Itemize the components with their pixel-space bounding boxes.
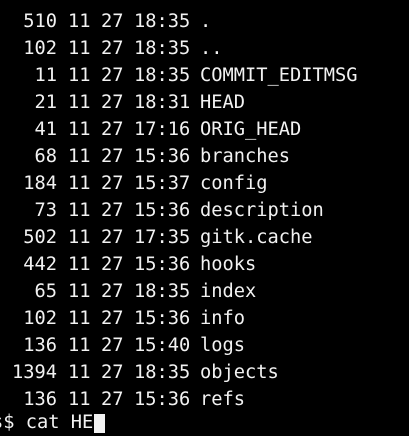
file-time: 15:36 (134, 308, 191, 329)
file-time: 18:31 (134, 92, 191, 113)
file-day: 27 (101, 173, 124, 194)
directory-row: 502 11 27 17:35 gitk.cache (0, 224, 313, 251)
file-time: 15:36 (134, 146, 191, 167)
file-time: 17:16 (134, 119, 191, 140)
file-time: 18:35 (134, 65, 191, 86)
file-month: 11 (68, 173, 91, 194)
file-month: 11 (68, 200, 91, 221)
file-name: hooks (200, 254, 257, 275)
file-day: 27 (101, 65, 124, 86)
file-size: 184 (23, 173, 57, 194)
directory-row: 510 11 27 18:35 . (0, 8, 211, 35)
terminal-window[interactable]: 510 11 27 18:35 . 102 11 27 18:35 .. 11 … (0, 0, 409, 433)
file-name: objects (200, 362, 279, 383)
file-name: HEAD (200, 92, 246, 113)
file-month: 11 (68, 146, 91, 167)
text-cursor (94, 414, 106, 433)
directory-row: 136 11 27 15:40 logs (0, 332, 245, 359)
file-size: 442 (23, 254, 57, 275)
file-size: 65 (34, 281, 57, 302)
directory-row: 11 11 27 18:35 COMMIT_EDITMSG (0, 62, 358, 89)
file-size: 102 (23, 38, 57, 59)
file-month: 11 (68, 335, 91, 356)
directory-row: 184 11 27 15:37 config (0, 170, 268, 197)
directory-row: 21 11 27 18:31 HEAD (0, 89, 245, 116)
file-month: 11 (68, 65, 91, 86)
file-name: logs (200, 335, 246, 356)
directory-row: 41 11 27 17:16 ORIG_HEAD (0, 116, 301, 143)
directory-row: 1394 11 27 18:35 objects (0, 359, 279, 386)
file-day: 27 (101, 146, 124, 167)
file-size: 41 (34, 119, 57, 140)
file-day: 27 (101, 119, 124, 140)
file-time: 15:36 (134, 389, 191, 410)
file-name: . (200, 11, 212, 32)
file-name: description (200, 200, 324, 221)
file-month: 11 (68, 119, 91, 140)
file-day: 27 (101, 227, 124, 248)
file-day: 27 (101, 281, 124, 302)
file-time: 15:36 (134, 200, 191, 221)
file-month: 11 (68, 362, 91, 383)
file-time: 18:35 (134, 11, 191, 32)
file-name: index (200, 281, 257, 302)
file-size: 1394 (11, 362, 57, 383)
file-day: 27 (101, 11, 124, 32)
file-day: 27 (101, 254, 124, 275)
file-month: 11 (68, 254, 91, 275)
file-name: branches (200, 146, 291, 167)
file-month: 11 (68, 92, 91, 113)
command-prompt-line[interactable]: s$ cat HE (0, 409, 106, 436)
file-month: 11 (68, 227, 91, 248)
directory-row: 65 11 27 18:35 index (0, 278, 256, 305)
file-day: 27 (101, 335, 124, 356)
directory-row: 442 11 27 15:36 hooks (0, 251, 256, 278)
file-name: config (200, 173, 268, 194)
directory-row: 73 11 27 15:36 description (0, 197, 324, 224)
file-day: 27 (101, 362, 124, 383)
file-name: gitk.cache (200, 227, 313, 248)
file-name: refs (200, 389, 246, 410)
file-size: 11 (34, 65, 57, 86)
file-month: 11 (68, 281, 91, 302)
file-day: 27 (101, 308, 124, 329)
file-day: 27 (101, 38, 124, 59)
directory-row: 102 11 27 15:36 info (0, 305, 245, 332)
file-size: 21 (34, 92, 57, 113)
file-month: 11 (68, 11, 91, 32)
file-time: 15:36 (134, 254, 191, 275)
file-day: 27 (101, 92, 124, 113)
file-time: 15:40 (134, 335, 191, 356)
file-size: 102 (23, 308, 57, 329)
file-name: info (200, 308, 246, 329)
file-size: 68 (34, 146, 57, 167)
file-time: 18:35 (134, 38, 191, 59)
file-month: 11 (68, 308, 91, 329)
file-name: .. (200, 38, 223, 59)
file-day: 27 (101, 200, 124, 221)
file-time: 15:37 (134, 173, 191, 194)
directory-row: 68 11 27 15:36 branches (0, 143, 290, 170)
file-month: 11 (68, 38, 91, 59)
file-name: COMMIT_EDITMSG (200, 65, 358, 86)
file-size: 502 (23, 227, 57, 248)
file-time: 18:35 (134, 362, 191, 383)
file-time: 18:35 (134, 281, 191, 302)
file-name: ORIG_HEAD (200, 119, 302, 140)
file-size: 73 (34, 200, 57, 221)
command-input-text[interactable]: s$ cat HE (0, 409, 93, 436)
directory-row: 102 11 27 18:35 .. (0, 35, 223, 62)
file-time: 17:35 (134, 227, 191, 248)
file-size: 510 (23, 11, 57, 32)
file-size: 136 (23, 335, 57, 356)
